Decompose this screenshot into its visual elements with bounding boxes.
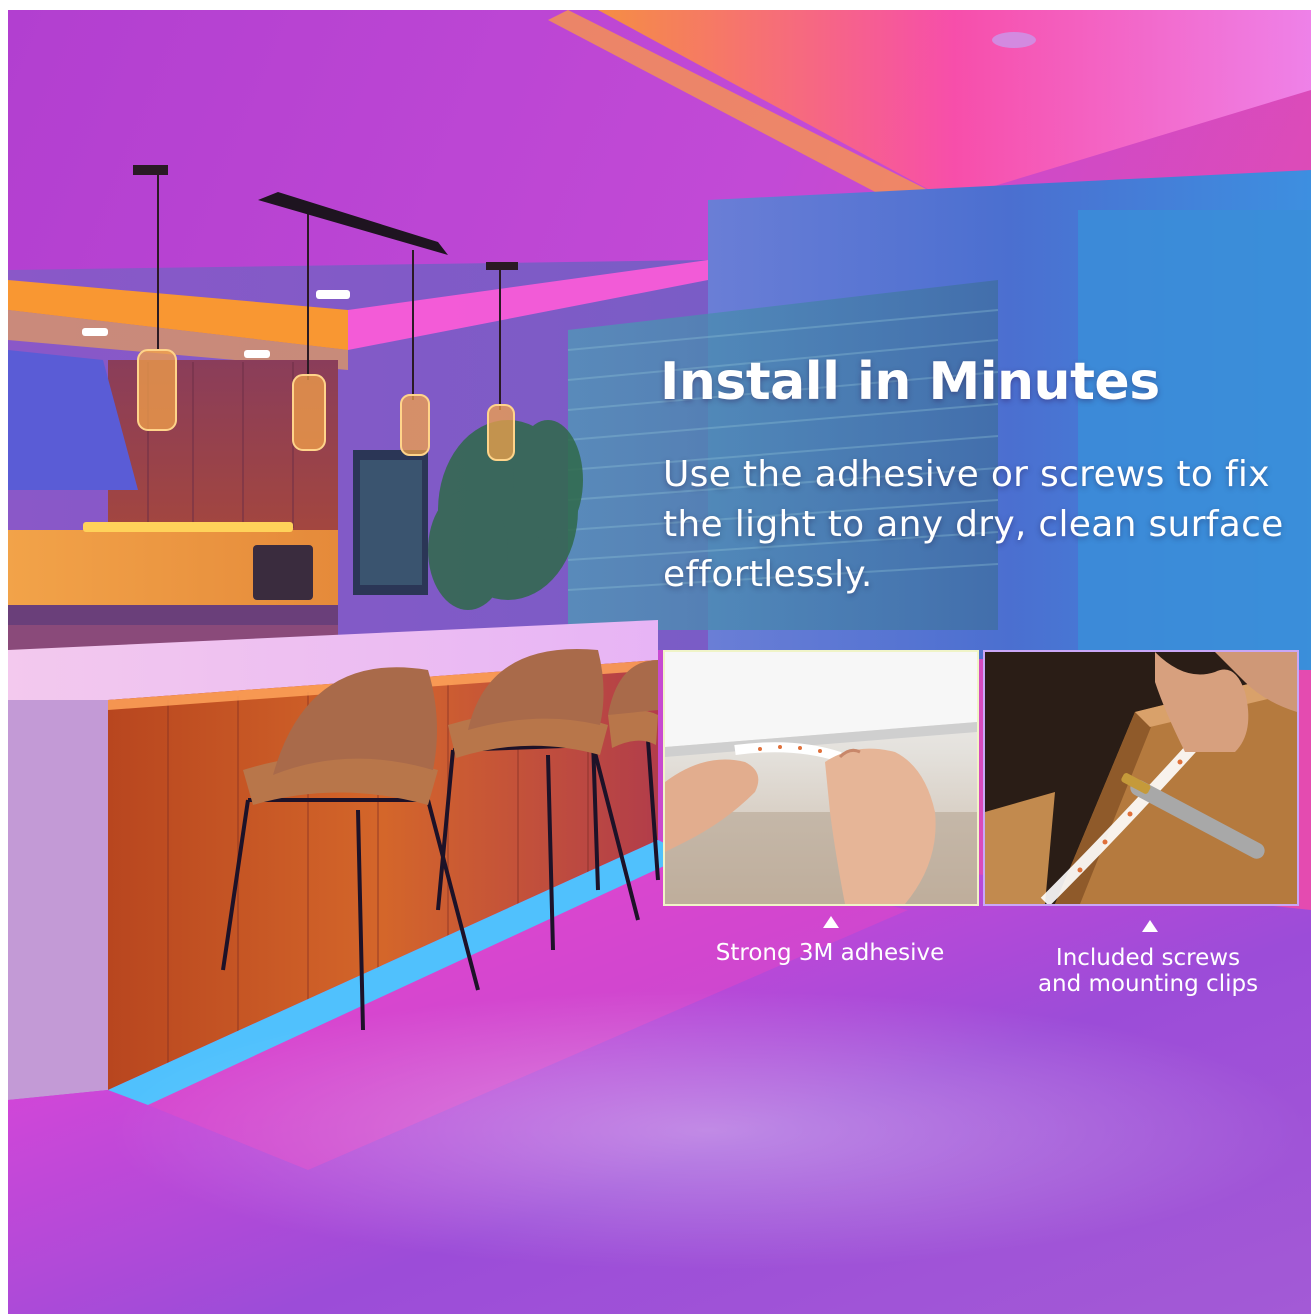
feature-caption-adhesive: Strong 3M adhesive xyxy=(715,940,945,966)
description: Use the adhesive or screws to fix the li… xyxy=(663,454,1284,595)
screwdriver-photo xyxy=(983,650,1299,906)
pointer-triangle-icon xyxy=(1142,920,1158,932)
feature-caption-screws: Included screws and mounting clips xyxy=(998,945,1298,997)
heading: Install in Minutes xyxy=(660,352,1160,412)
caption-line: and mounting clips xyxy=(1037,971,1259,997)
product-image-frame: Install in Minutes Use the adhesive or s… xyxy=(8,10,1311,1314)
pointer-triangle-icon xyxy=(823,916,839,928)
adhesive-tape-photo xyxy=(663,650,979,906)
caption-line: Included screws xyxy=(1055,945,1241,971)
